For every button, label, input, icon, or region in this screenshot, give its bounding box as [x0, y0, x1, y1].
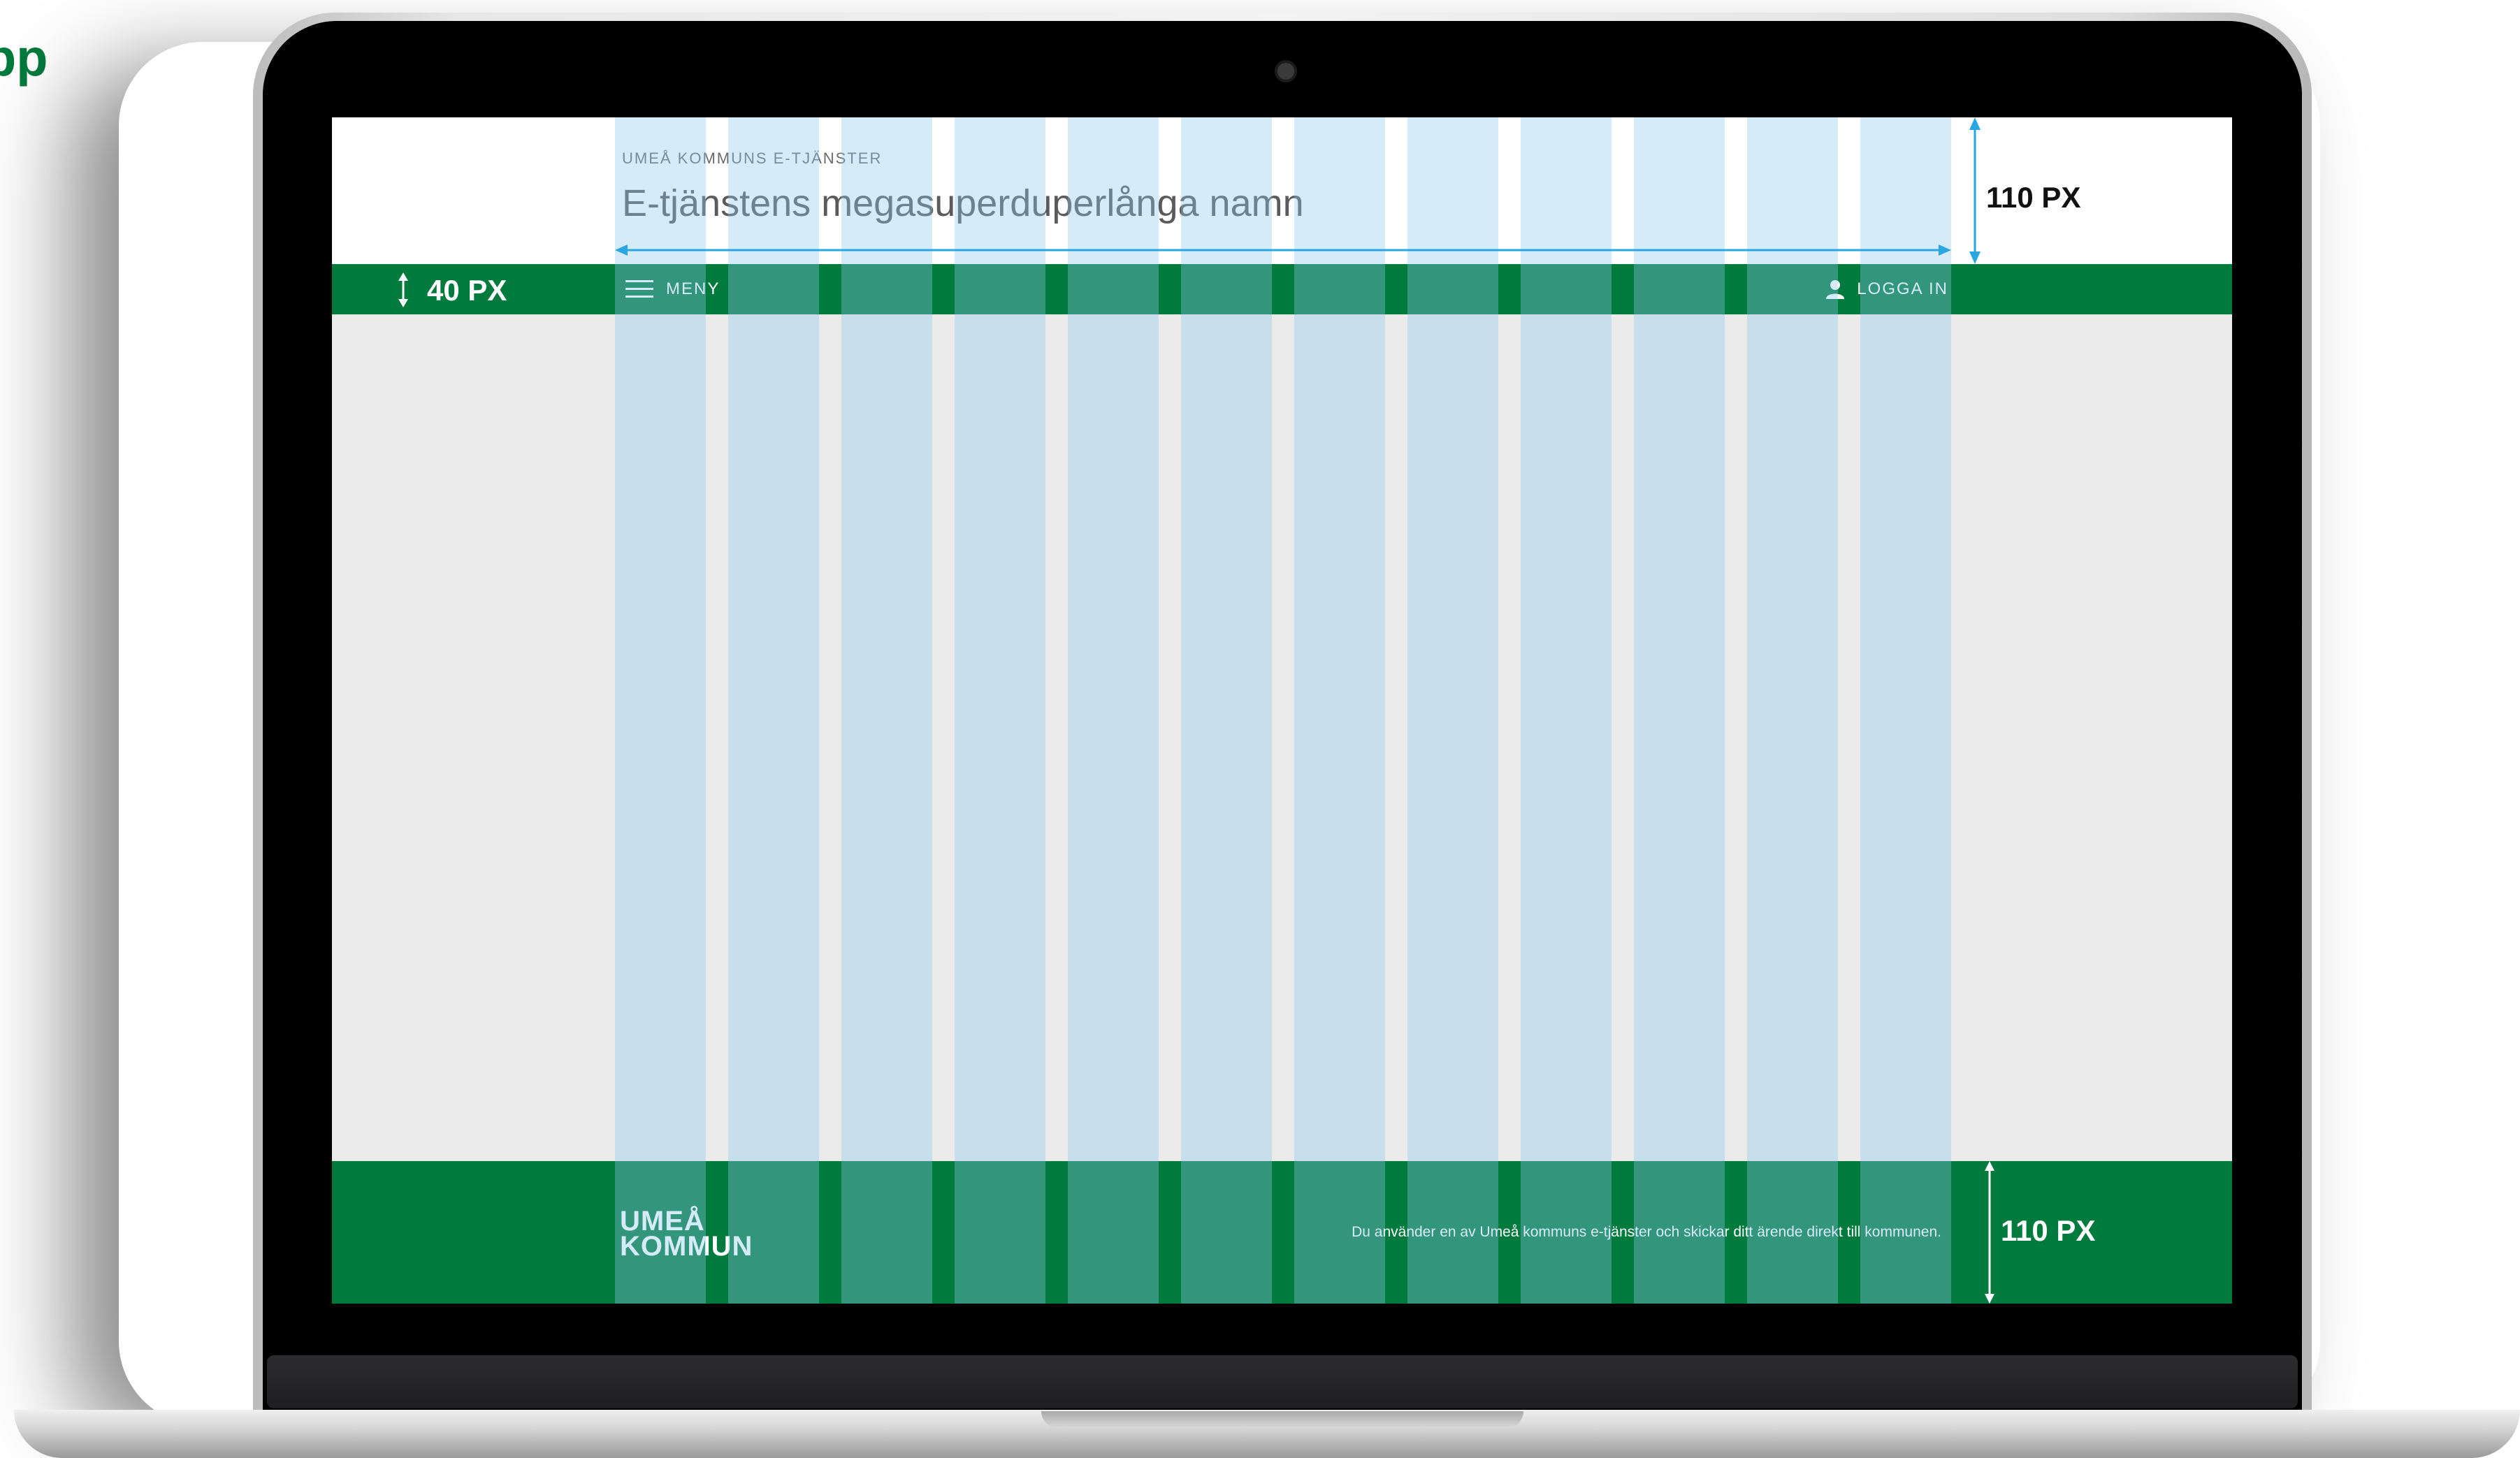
grid-column	[1860, 117, 1951, 1304]
grid-column	[1747, 117, 1838, 1304]
grid-column	[1407, 117, 1498, 1304]
grid-column	[1181, 117, 1272, 1304]
grid-column	[955, 117, 1045, 1304]
nav-height-label: 40 PX	[427, 274, 507, 307]
grid-column	[728, 117, 819, 1304]
grid-column	[1634, 117, 1725, 1304]
corner-label: pp	[0, 29, 48, 87]
grid-width-arrow	[615, 245, 1951, 256]
grid-column	[1068, 117, 1159, 1304]
laptop-notch	[1041, 1411, 1523, 1428]
laptop-hinge	[267, 1355, 2298, 1408]
nav-height-arrow	[398, 272, 408, 307]
presentation-slide: pp UMEÅ KOMMUNS E-TJÄNSTER E-tjänstens m…	[0, 0, 2520, 1458]
footer-height-arrow	[1985, 1161, 1994, 1304]
header-height-label: 110 PX	[1986, 181, 2081, 214]
grid-column	[1294, 117, 1385, 1304]
screen: UMEÅ KOMMUNS E-TJÄNSTER E-tjänstens mega…	[332, 117, 2232, 1304]
grid-column	[1521, 117, 1612, 1304]
header-height-arrow	[1969, 117, 1980, 264]
webcam	[1275, 60, 1297, 82]
layout-grid-overlay	[615, 117, 1951, 1304]
footer-height-label: 110 PX	[2001, 1214, 2096, 1247]
grid-column	[841, 117, 932, 1304]
grid-column	[615, 117, 706, 1304]
